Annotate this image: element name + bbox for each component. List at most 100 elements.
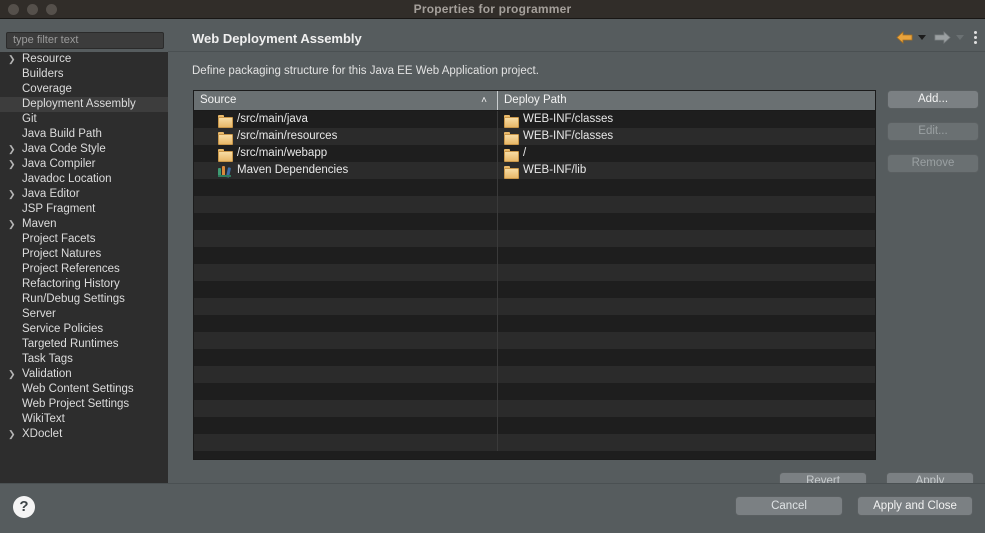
chevron-right-icon[interactable]: ❯ (8, 187, 16, 202)
folder-icon (504, 114, 519, 128)
left-column: ❯ Resource Builders Coverage Deployment Asse… (0, 19, 168, 533)
sidebar-item-git[interactable]: Git (0, 112, 168, 127)
sidebar-item-label: Run/Debug Settings (22, 293, 125, 305)
sidebar-item-jsp-fragment[interactable]: JSP Fragment (0, 202, 168, 217)
cell-deploy-path (498, 213, 875, 230)
deploy-path-label: WEB-INF/classes (523, 130, 614, 142)
table-empty-row (194, 332, 875, 349)
cell-source (194, 434, 498, 451)
preferences-tree[interactable]: ❯ Resource Builders Coverage Deployment Asse… (0, 52, 168, 502)
back-arrow-icon[interactable] (896, 29, 913, 45)
sidebar-item-label: Project References (22, 263, 120, 275)
sidebar-item-maven[interactable]: ❯ Maven (0, 217, 168, 232)
sidebar-item-label: XDoclet (22, 428, 63, 440)
chevron-right-icon[interactable]: ❯ (8, 142, 16, 157)
back-history-dropdown-icon[interactable] (918, 34, 926, 40)
chevron-right-icon[interactable]: ❯ (8, 217, 16, 232)
sidebar-item-xdoclet[interactable]: ❯ XDoclet (0, 427, 168, 442)
sidebar-item-web-project-settings[interactable]: Web Project Settings (0, 397, 168, 412)
table-empty-row (194, 383, 875, 400)
sidebar-item-deployment-assembly[interactable]: Deployment Assembly (0, 97, 168, 112)
filter-field-wrapper (6, 30, 164, 49)
cancel-button[interactable]: Cancel (735, 496, 843, 516)
kebab-menu-icon[interactable] (974, 30, 977, 44)
cell-deploy-path (498, 230, 875, 247)
remove-button: Remove (887, 154, 979, 173)
window-titlebar: Properties for programmer (0, 0, 985, 19)
help-icon[interactable]: ? (13, 496, 35, 518)
cell-source (194, 332, 498, 349)
cell-deploy-path (498, 417, 875, 434)
cell-source (194, 179, 498, 196)
sidebar-item-label: Javadoc Location (22, 173, 112, 185)
cell-deploy-path (498, 366, 875, 383)
properties-dialog: Properties for programmer ❯ Resource Build… (0, 0, 985, 533)
sidebar-item-refactoring-history[interactable]: Refactoring History (0, 277, 168, 292)
sidebar-item-validation[interactable]: ❯ Validation (0, 367, 168, 382)
source-label: /src/main/java (237, 113, 308, 125)
source-label: Maven Dependencies (237, 164, 349, 176)
sidebar-item-coverage[interactable]: Coverage (0, 82, 168, 97)
chevron-right-icon[interactable]: ❯ (8, 367, 16, 382)
table-body[interactable]: /src/main/java WEB-INF/classes/src/main/r… (194, 111, 875, 459)
sidebar-item-builders[interactable]: Builders (0, 67, 168, 82)
sidebar-item-java-code-style[interactable]: ❯ Java Code Style (0, 142, 168, 157)
deploy-path-label: WEB-INF/lib (523, 164, 587, 176)
cell-source (194, 349, 498, 366)
sidebar-item-label: Project Facets (22, 233, 96, 245)
books-icon (218, 165, 232, 178)
sidebar-item-task-tags[interactable]: Task Tags (0, 352, 168, 367)
page-header: Web Deployment Assembly (168, 19, 985, 52)
sidebar-item-project-references[interactable]: Project References (0, 262, 168, 277)
column-header-deploy-path[interactable]: Deploy Path (498, 91, 875, 110)
sidebar-item-service-policies[interactable]: Service Policies (0, 322, 168, 337)
sidebar-item-run-debug-settings[interactable]: Run/Debug Settings (0, 292, 168, 307)
cell-deploy-path: WEB-INF/classes (498, 128, 875, 145)
table-empty-row (194, 179, 875, 196)
cell-source (194, 315, 498, 332)
cell-deploy-path (498, 281, 875, 298)
sidebar-item-project-facets[interactable]: Project Facets (0, 232, 168, 247)
sidebar-item-label: Maven (22, 218, 57, 230)
sidebar-item-label: Java Compiler (22, 158, 96, 170)
sidebar-item-java-editor[interactable]: ❯ Java Editor (0, 187, 168, 202)
sidebar-item-label: Web Project Settings (22, 398, 130, 410)
add-button[interactable]: Add... (887, 90, 979, 109)
dialog-body: ❯ Resource Builders Coverage Deployment Asse… (0, 19, 985, 533)
chevron-right-icon[interactable]: ❯ (8, 157, 16, 172)
table-empty-row (194, 281, 875, 298)
folder-icon (504, 148, 519, 162)
forward-history-dropdown-icon (956, 34, 964, 40)
column-header-source[interactable]: Source ˄ (194, 91, 498, 110)
sidebar-item-wikitext[interactable]: WikiText (0, 412, 168, 427)
cell-deploy-path (498, 298, 875, 315)
sidebar-item-java-build-path[interactable]: Java Build Path (0, 127, 168, 142)
cell-deploy-path (498, 383, 875, 400)
sidebar-item-server[interactable]: Server (0, 307, 168, 322)
filter-input[interactable] (6, 31, 164, 49)
sidebar-item-javadoc-location[interactable]: Javadoc Location (0, 172, 168, 187)
sidebar-item-project-natures[interactable]: Project Natures (0, 247, 168, 262)
page-description: Define packaging structure for this Java… (192, 65, 539, 77)
source-label: /src/main/webapp (237, 147, 328, 159)
sidebar-item-resource[interactable]: ❯ Resource (0, 52, 168, 67)
table-header-row: Source ˄ Deploy Path (194, 91, 875, 111)
table-empty-row (194, 434, 875, 451)
cell-deploy-path (498, 434, 875, 451)
cell-deploy-path (498, 349, 875, 366)
apply-and-close-button[interactable]: Apply and Close (857, 496, 973, 516)
cell-source (194, 264, 498, 281)
sidebar-item-web-content-settings[interactable]: Web Content Settings (0, 382, 168, 397)
sidebar-item-java-compiler[interactable]: ❯ Java Compiler (0, 157, 168, 172)
cell-deploy-path (498, 400, 875, 417)
table-row[interactable]: Maven Dependencies WEB-INF/lib (194, 162, 875, 179)
sidebar-item-targeted-runtimes[interactable]: Targeted Runtimes (0, 337, 168, 352)
chevron-right-icon[interactable]: ❯ (8, 52, 16, 67)
chevron-right-icon[interactable]: ❯ (8, 427, 16, 442)
table-row[interactable]: /src/main/resources WEB-INF/classes (194, 128, 875, 145)
source-label: /src/main/resources (237, 130, 338, 142)
table-empty-row (194, 264, 875, 281)
sidebar-item-label: Project Natures (22, 248, 102, 260)
table-row[interactable]: /src/main/webapp / (194, 145, 875, 162)
table-row[interactable]: /src/main/java WEB-INF/classes (194, 111, 875, 128)
